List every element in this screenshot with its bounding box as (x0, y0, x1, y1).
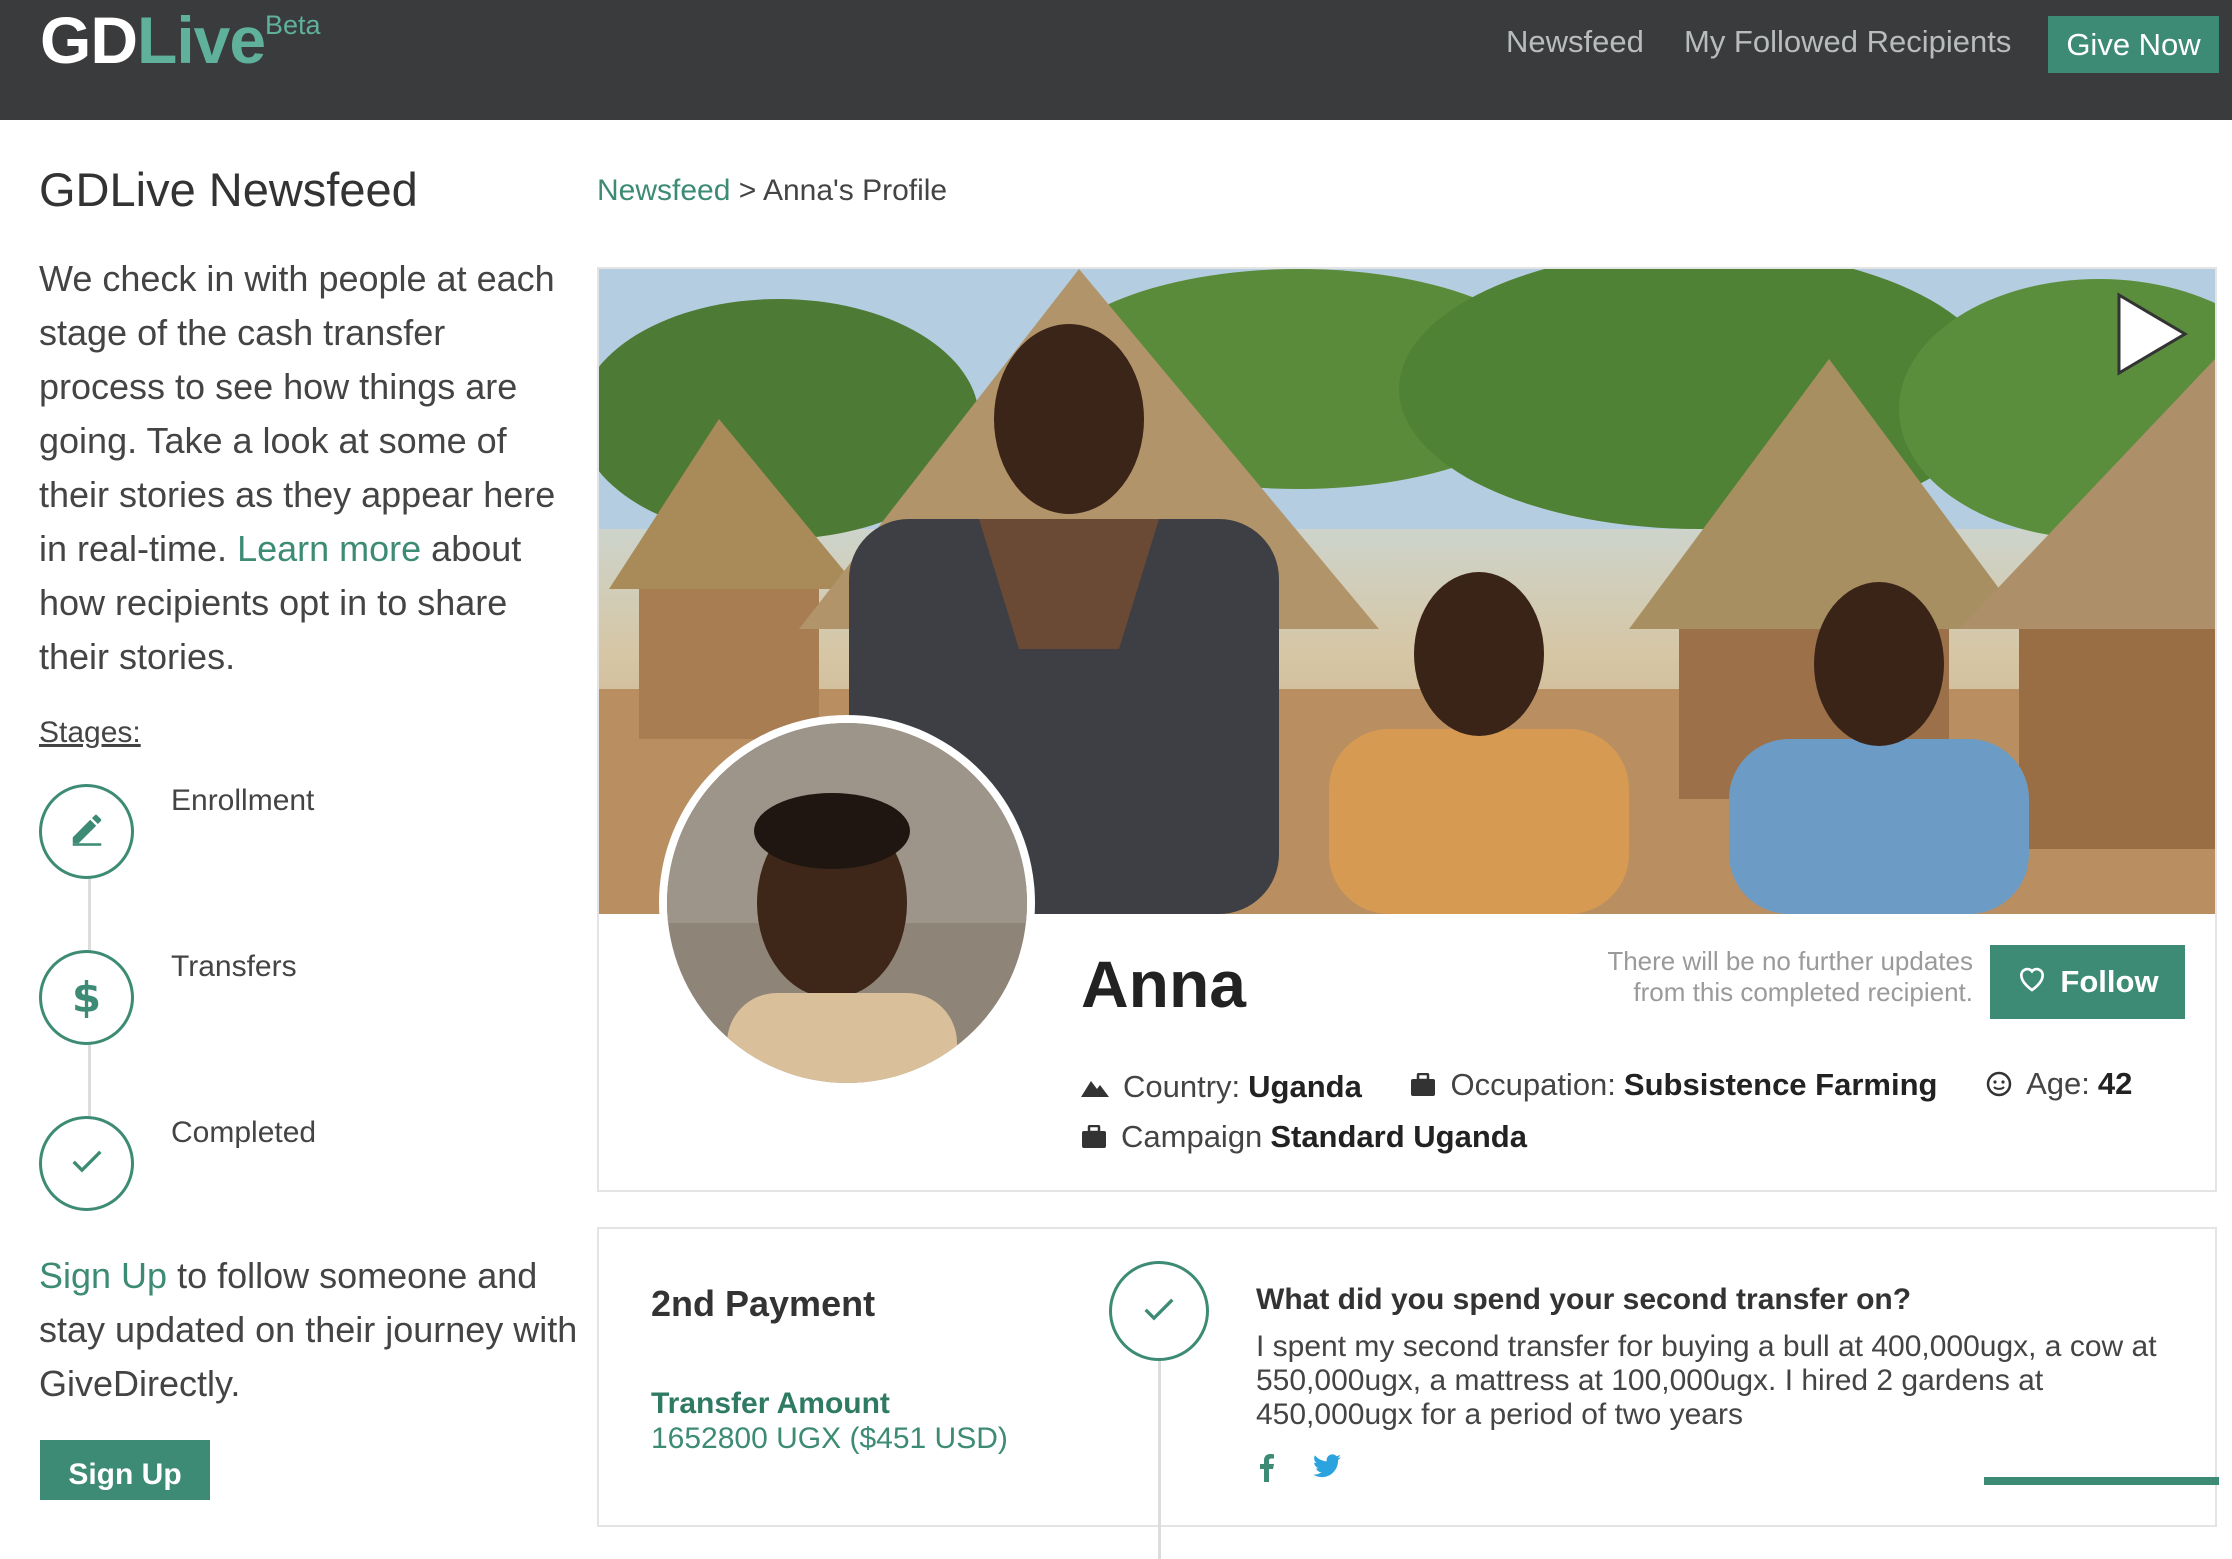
follow-label: Follow (2060, 964, 2159, 999)
country-label: Country: (1123, 1069, 1241, 1104)
breadcrumb-newsfeed-link[interactable]: Newsfeed (597, 174, 730, 207)
stage-transfers-button[interactable]: $ (39, 950, 134, 1045)
fact-country: Country: Uganda (1081, 1062, 1362, 1112)
fact-occupation: Occupation: Subsistence Farming (1410, 1060, 1937, 1110)
beta-badge: Beta (265, 10, 321, 40)
stages-label: Stages: (39, 716, 141, 749)
nav-followed-recipients-link[interactable]: My Followed Recipients (1684, 24, 2011, 60)
stage-completed-button[interactable] (39, 1116, 134, 1211)
sidebar-intro: We check in with people at each stage of… (39, 252, 559, 684)
fact-campaign: Campaign Standard Uganda (1081, 1112, 1527, 1162)
fact-age: Age: 42 (1986, 1059, 2132, 1109)
signup-prompt: Sign Up to follow someone and stay updat… (39, 1249, 579, 1411)
country-value: Uganda (1248, 1069, 1362, 1104)
dollar-icon: $ (71, 973, 102, 1022)
stage-enrollment-button[interactable] (39, 784, 134, 879)
give-now-button[interactable]: Give Now (2048, 16, 2219, 73)
top-navigation-bar: GDLive Beta Newsfeed My Followed Recipie… (0, 0, 2232, 120)
update-answer: I spent my second transfer for buying a … (1256, 1330, 2157, 1431)
check-icon (1139, 1289, 1179, 1334)
briefcase-icon (1410, 1073, 1436, 1097)
stage-transfers-label: Transfers (171, 950, 297, 983)
transfer-amount-label: Transfer Amount (651, 1387, 890, 1420)
breadcrumb-current: Anna's Profile (762, 174, 948, 207)
profile-card: Anna There will be no further updates fr… (597, 267, 2217, 1192)
payment-update-card: 2nd Payment Transfer Amount 1652800 UGX … (597, 1227, 2219, 1559)
twitter-icon[interactable] (1313, 1454, 1341, 1487)
avatar (667, 723, 1027, 1083)
transfer-amount-value: 1652800 UGX ($451 USD) (651, 1422, 1008, 1455)
logo-text-gd: GD (40, 3, 138, 77)
breadcrumb-separator: > (730, 174, 763, 207)
stage-completed-label: Completed (171, 1116, 317, 1149)
scroll-indicator-tab[interactable] (1984, 1477, 2219, 1485)
profile-facts: Country: Uganda Occupation: Subsistence Fa… (1081, 1059, 2172, 1164)
gdlive-logo[interactable]: GDLive Beta (40, 2, 321, 92)
facebook-icon[interactable] (1259, 1454, 1275, 1487)
timeline-line (1158, 1359, 1161, 1559)
avatar-photo (667, 723, 1027, 1083)
sidebar-title: GDLive Newsfeed (39, 163, 418, 216)
share-links (1259, 1454, 1341, 1487)
avatar-frame (659, 715, 1035, 1091)
nav-newsfeed-link[interactable]: Newsfeed (1506, 24, 1644, 60)
learn-more-link[interactable]: Learn more (237, 528, 421, 569)
follow-button[interactable]: Follow (1990, 945, 2185, 1019)
payment-status-circle (1109, 1261, 1209, 1361)
logo-text-live: Live (137, 3, 266, 77)
signup-button[interactable]: Sign Up (40, 1440, 210, 1500)
stage-enrollment-label: Enrollment (171, 784, 315, 817)
recipient-name: Anna (1081, 947, 1246, 1021)
mountain-icon (1081, 1077, 1109, 1097)
breadcrumb: Newsfeed > Anna's Profile (597, 174, 947, 208)
no-updates-notice: There will be no further updates from th… (1607, 946, 1973, 1007)
pencil-icon (68, 810, 106, 853)
age-label: Age: (2026, 1066, 2090, 1101)
campaign-value: Standard Uganda (1270, 1119, 1527, 1154)
signup-link[interactable]: Sign Up (39, 1255, 167, 1296)
campaign-label: Campaign (1121, 1119, 1263, 1154)
play-video-icon[interactable] (2113, 289, 2191, 384)
payment-title: 2nd Payment (651, 1283, 876, 1324)
heart-icon (2016, 963, 2048, 1001)
age-value: 42 (2097, 1066, 2133, 1101)
update-question: What did you spend your second transfer … (1256, 1283, 1912, 1316)
occupation-label: Occupation: (1450, 1067, 1616, 1102)
briefcase-icon (1081, 1125, 1107, 1149)
occupation-value: Subsistence Farming (1623, 1067, 1938, 1102)
intro-text-start: We check in with people at each stage of… (39, 258, 556, 569)
face-icon (1986, 1071, 2012, 1097)
check-icon (67, 1141, 107, 1186)
